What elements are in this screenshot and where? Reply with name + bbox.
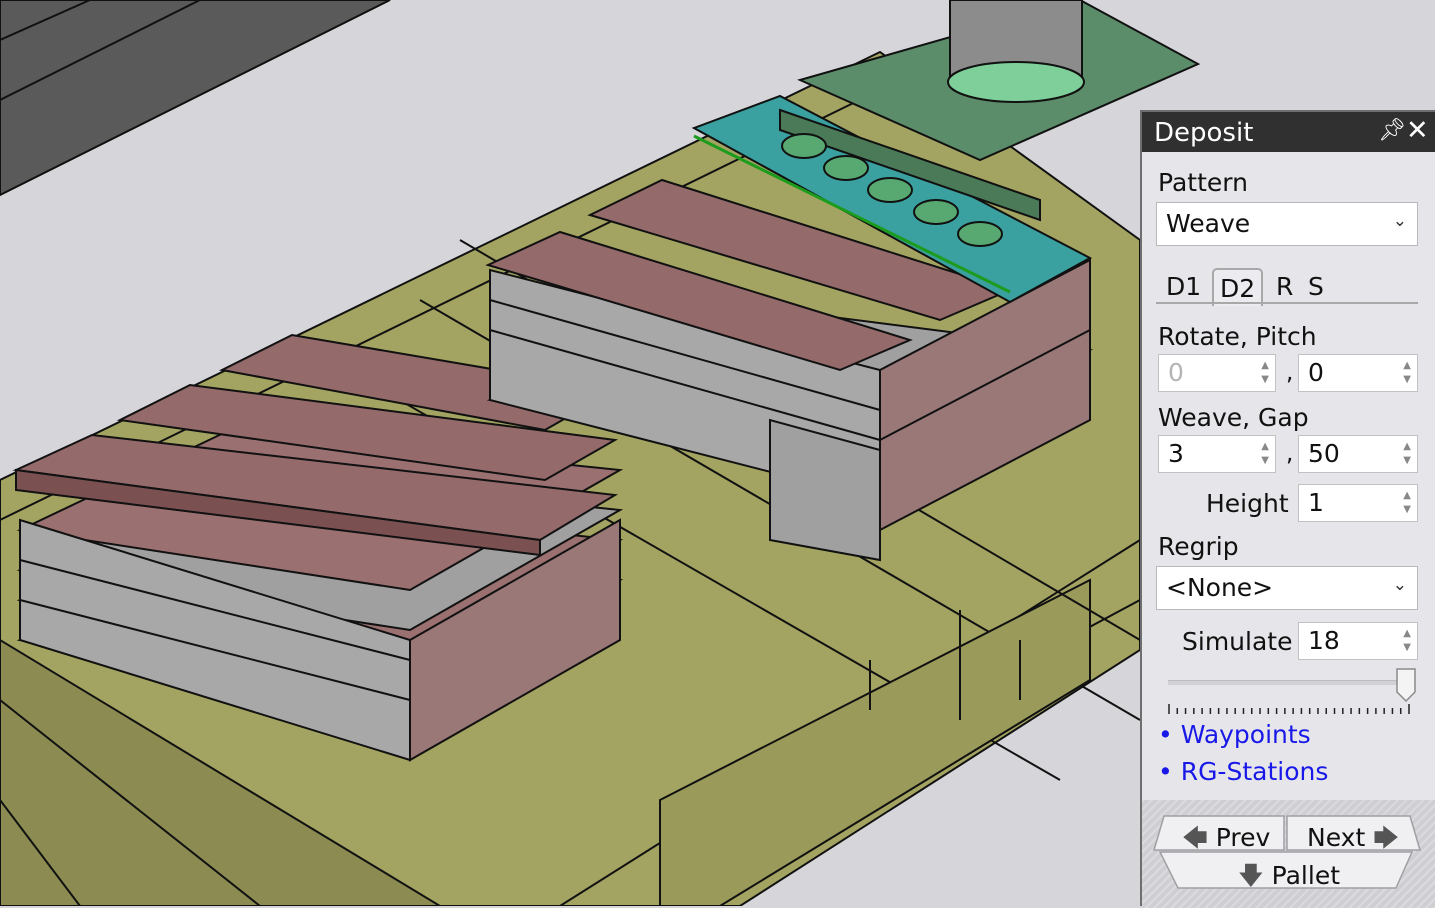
pattern-value: Weave	[1166, 209, 1251, 238]
weave-value: 3	[1168, 439, 1184, 468]
height-spinner[interactable]: 1 ▲ ▼	[1298, 484, 1418, 522]
height-label: Height	[1206, 489, 1289, 518]
panel-titlebar: Deposit 📌︎ ✕	[1142, 112, 1435, 152]
simulate-slider-thumb[interactable]	[1396, 668, 1416, 702]
spin-up-icon[interactable]: ▲	[1403, 442, 1411, 452]
next-label: Next	[1307, 823, 1366, 852]
simulate-spinner[interactable]: 18 ▲ ▼	[1298, 622, 1418, 660]
tab-label: S	[1308, 272, 1324, 301]
spin-down-icon[interactable]: ▼	[1403, 375, 1411, 385]
tab-d1[interactable]: D1	[1160, 268, 1207, 306]
simulate-value: 18	[1308, 626, 1340, 655]
deposit-panel: Deposit 📌︎ ✕ Pattern Weave ⌄ D1 D2 R S R…	[1140, 110, 1435, 908]
rotate-value: 0	[1168, 358, 1184, 387]
separator: ,	[1286, 441, 1294, 467]
next-button[interactable]: Next 🡆︎	[1307, 819, 1399, 862]
spin-down-icon[interactable]: ▼	[1403, 456, 1411, 466]
pitch-value: 0	[1308, 358, 1324, 387]
arrow-left-icon: 🡄︎	[1182, 823, 1208, 852]
chevron-down-icon: ⌄	[1392, 575, 1407, 595]
pattern-select[interactable]: Weave ⌄	[1156, 202, 1418, 246]
spin-down-icon[interactable]: ▼	[1403, 643, 1411, 653]
separator: ,	[1286, 360, 1294, 386]
tab-label: D2	[1220, 274, 1256, 303]
regrip-select[interactable]: <None> ⌄	[1156, 566, 1418, 610]
spin-up-icon[interactable]: ▲	[1261, 442, 1269, 452]
spin-up-icon[interactable]: ▲	[1403, 629, 1411, 639]
height-value: 1	[1308, 488, 1324, 517]
tab-d2[interactable]: D2	[1212, 268, 1264, 306]
chevron-down-icon: ⌄	[1392, 211, 1407, 231]
prev-label: Prev	[1215, 823, 1271, 852]
simulate-label: Simulate	[1182, 627, 1293, 656]
weave-gap-label: Weave, Gap	[1158, 403, 1309, 432]
pitch-spinner[interactable]: 0 ▲ ▼	[1298, 354, 1418, 392]
navigation-area: 🡄︎ Prev Next 🡆︎ 🡇︎ Pallet	[1142, 800, 1435, 908]
pallet-button[interactable]: 🡇︎ Pallet	[1238, 857, 1340, 900]
spin-down-icon[interactable]: ▼	[1261, 375, 1269, 385]
prev-button[interactable]: 🡄︎ Prev	[1182, 819, 1270, 862]
spin-up-icon[interactable]: ▲	[1403, 361, 1411, 371]
tab-label: R	[1276, 272, 1294, 301]
arrow-down-icon: 🡇︎	[1238, 861, 1264, 890]
rotate-spinner[interactable]: 0 ▲ ▼	[1158, 354, 1276, 392]
pallet-label: Pallet	[1271, 861, 1341, 890]
spin-down-icon[interactable]: ▼	[1261, 456, 1269, 466]
spin-up-icon[interactable]: ▲	[1403, 491, 1411, 501]
gap-value: 50	[1308, 439, 1340, 468]
panel-title: Deposit	[1154, 118, 1254, 148]
tab-r[interactable]: R	[1270, 268, 1299, 306]
close-icon[interactable]: ✕	[1406, 115, 1429, 146]
rg-stations-link[interactable]: • RG-Stations	[1158, 757, 1328, 786]
waypoints-link[interactable]: • Waypoints	[1158, 720, 1311, 749]
rotate-pitch-label: Rotate, Pitch	[1158, 322, 1317, 351]
regrip-label: Regrip	[1158, 532, 1239, 561]
simulate-slider-track[interactable]	[1168, 680, 1408, 685]
weave-spinner[interactable]: 3 ▲ ▼	[1158, 435, 1276, 473]
spin-down-icon[interactable]: ▼	[1403, 505, 1411, 515]
slider-ticks	[1168, 704, 1410, 714]
arrow-right-icon: 🡆︎	[1373, 823, 1400, 852]
gap-spinner[interactable]: 50 ▲ ▼	[1298, 435, 1418, 473]
tab-label: D1	[1166, 272, 1202, 301]
spin-up-icon[interactable]: ▲	[1261, 361, 1269, 371]
pattern-label: Pattern	[1158, 168, 1248, 197]
pin-icon[interactable]: 📌︎	[1378, 118, 1406, 143]
regrip-value: <None>	[1166, 573, 1274, 602]
conveyor-model	[0, 0, 391, 197]
tab-underline	[1156, 302, 1418, 304]
tab-s[interactable]: S	[1302, 268, 1330, 306]
